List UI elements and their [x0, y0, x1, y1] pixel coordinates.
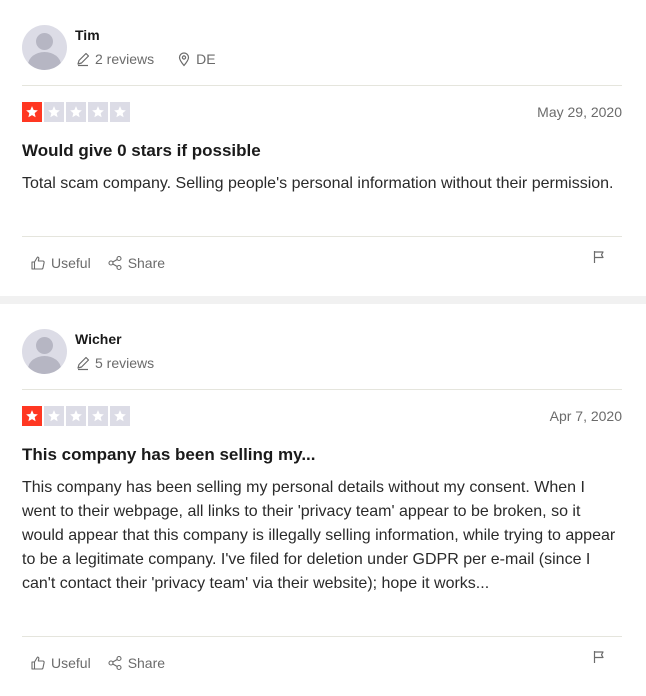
review-title[interactable]: Would give 0 stars if possible [22, 141, 261, 161]
review-separator [0, 296, 646, 304]
star-icon [88, 102, 108, 122]
star-icon [22, 406, 42, 426]
review-count: 2 reviews [95, 51, 155, 67]
share-icon [108, 655, 122, 671]
share-label: Share [127, 655, 166, 671]
flag-button[interactable] [592, 250, 606, 269]
star-icon [110, 406, 130, 426]
location-pin-icon [176, 51, 192, 67]
share-button[interactable]: Share [107, 255, 165, 271]
flag-icon [593, 251, 604, 263]
review-card: Wicher 5 reviews Apr 7, 2020 This compan… [0, 304, 646, 696]
divider [22, 636, 622, 637]
review-date: May 29, 2020 [537, 104, 622, 120]
star-icon [66, 102, 86, 122]
reviewer-location: DE [196, 51, 216, 67]
reviewer-meta: 2 reviews DE [75, 51, 238, 67]
star-icon [44, 102, 64, 122]
thumbs-up-icon [31, 256, 45, 270]
star-icon [88, 406, 108, 426]
divider [22, 236, 622, 237]
reviewer-name[interactable]: Wicher [75, 331, 122, 347]
review-actions: Useful Share [30, 255, 181, 271]
divider [22, 389, 622, 390]
reviewer-meta: 5 reviews [75, 355, 176, 371]
review-card: Tim 2 reviews DE May 29, 2020 Would give… [0, 0, 646, 296]
flag-button[interactable] [592, 650, 606, 669]
share-label: Share [127, 255, 166, 271]
useful-button[interactable]: Useful [30, 655, 91, 671]
thumbs-up-icon [31, 656, 45, 670]
divider [22, 85, 622, 86]
share-button[interactable]: Share [107, 655, 165, 671]
useful-button[interactable]: Useful [30, 255, 91, 271]
review-count: 5 reviews [95, 355, 155, 371]
review-title[interactable]: This company has been selling my... [22, 445, 316, 465]
review-body: This company has been selling my persona… [22, 479, 616, 592]
useful-label: Useful [51, 655, 91, 671]
useful-label: Useful [51, 255, 91, 271]
star-rating [22, 406, 132, 426]
avatar[interactable] [22, 25, 67, 70]
pencil-icon [75, 355, 91, 371]
review-body: Total scam company. Selling people's per… [22, 175, 614, 192]
star-icon [44, 406, 64, 426]
star-icon [66, 406, 86, 426]
star-icon [22, 102, 42, 122]
reviewer-name[interactable]: Tim [75, 27, 100, 43]
share-icon [108, 255, 122, 271]
flag-icon [593, 651, 604, 663]
avatar[interactable] [22, 329, 67, 374]
star-rating [22, 102, 132, 122]
star-icon [110, 102, 130, 122]
review-date: Apr 7, 2020 [549, 408, 622, 424]
review-actions: Useful Share [30, 655, 181, 671]
pencil-icon [75, 51, 91, 67]
